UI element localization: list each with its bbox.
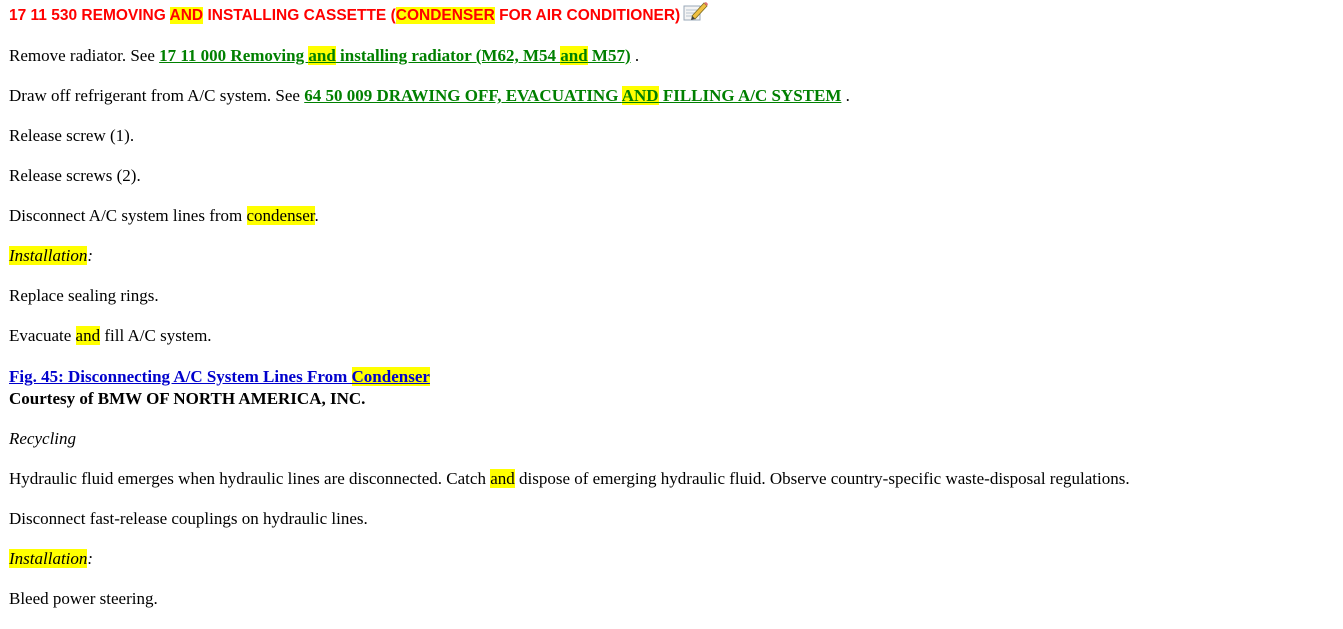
step-text: Evacuate (9, 326, 76, 345)
link-drawing-off-evacuating-filling[interactable]: 64 50 009 DRAWING OFF, EVACUATING AND FI… (304, 86, 841, 105)
link-highlight: and (308, 46, 336, 65)
link-highlight: AND (621, 86, 659, 105)
figure-link[interactable]: Fig. 45: Disconnecting A/C System Lines … (9, 367, 430, 386)
recycling-heading: Recycling (9, 429, 77, 448)
installation-colon: : (87, 549, 94, 568)
installation-highlight: Installation (9, 549, 88, 568)
step-text: . (314, 206, 319, 225)
installation-colon: : (87, 246, 94, 265)
step-bleed-power-steering: Bleed power steering. (9, 589, 158, 608)
step-text: Hydraulic fluid emerges when hydraulic l… (9, 469, 491, 488)
page-title: 17 11 530 REMOVING AND INSTALLING CASSET… (9, 0, 1329, 32)
step-release-screw: Release screw (1). (9, 126, 135, 145)
title-highlight-condenser: CONDENSER (395, 7, 495, 24)
step-draw-off-refrigerant: Draw off refrigerant from A/C system. Se… (9, 86, 1329, 106)
highlight-and: and (75, 326, 101, 345)
step-text: fill A/C system. (100, 326, 212, 345)
highlight-condenser: condenser (246, 206, 315, 225)
step-disconnect-lines: Disconnect A/C system lines from condens… (9, 206, 1329, 226)
link-text: Fig. 45: Disconnecting A/C System Lines … (9, 367, 352, 386)
step-text: Disconnect A/C system lines from (9, 206, 247, 225)
installation-label: Installation: (9, 246, 1329, 266)
step-replace-sealing-rings: Replace sealing rings. (9, 286, 159, 305)
link-text: installing radiator (M62, M54 (335, 46, 561, 65)
recycling-hydraulic-fluid: Hydraulic fluid emerges when hydraulic l… (9, 469, 1329, 489)
link-highlight: Condenser (351, 367, 430, 386)
step-text: dispose of emerging hydraulic fluid. Obs… (514, 469, 1130, 488)
step-text: Draw off refrigerant from A/C system. Se… (9, 86, 305, 105)
link-text: 64 50 009 DRAWING OFF, EVACUATING (304, 86, 622, 105)
edit-note-icon[interactable] (682, 0, 709, 22)
link-text: 17 11 000 Removing (159, 46, 309, 65)
title-part-2: INSTALLING CASSETTE ( (203, 7, 396, 24)
step-remove-radiator: Remove radiator. See 17 11 000 Removing … (9, 46, 1329, 66)
link-text: FILLING A/C SYSTEM (658, 86, 842, 105)
link-highlight: and (560, 46, 588, 65)
link-text: M57) (587, 46, 631, 65)
document-page: 17 11 530 REMOVING AND INSTALLING CASSET… (9, 0, 1329, 609)
installation-label: Installation: (9, 549, 1329, 569)
highlight-and: and (490, 469, 515, 488)
step-text: . (841, 86, 850, 105)
title-part-1: 17 11 530 REMOVING (9, 7, 170, 24)
step-release-screws: Release screws (2). (9, 166, 141, 185)
link-removing-installing-radiator[interactable]: 17 11 000 Removing and installing radiat… (159, 46, 631, 65)
step-text: . (630, 46, 640, 65)
figure-courtesy: Courtesy of BMW OF NORTH AMERICA, INC. (9, 389, 366, 408)
figure-caption: Fig. 45: Disconnecting A/C System Lines … (9, 367, 1329, 387)
step-evacuate-fill: Evacuate and fill A/C system. (9, 326, 1329, 346)
title-highlight-and: AND (169, 7, 204, 24)
step-text: Remove radiator. See (9, 46, 160, 65)
title-part-3: FOR AIR CONDITIONER) (494, 7, 681, 24)
installation-highlight: Installation (9, 246, 88, 265)
step-disconnect-couplings: Disconnect fast-release couplings on hyd… (9, 509, 368, 528)
